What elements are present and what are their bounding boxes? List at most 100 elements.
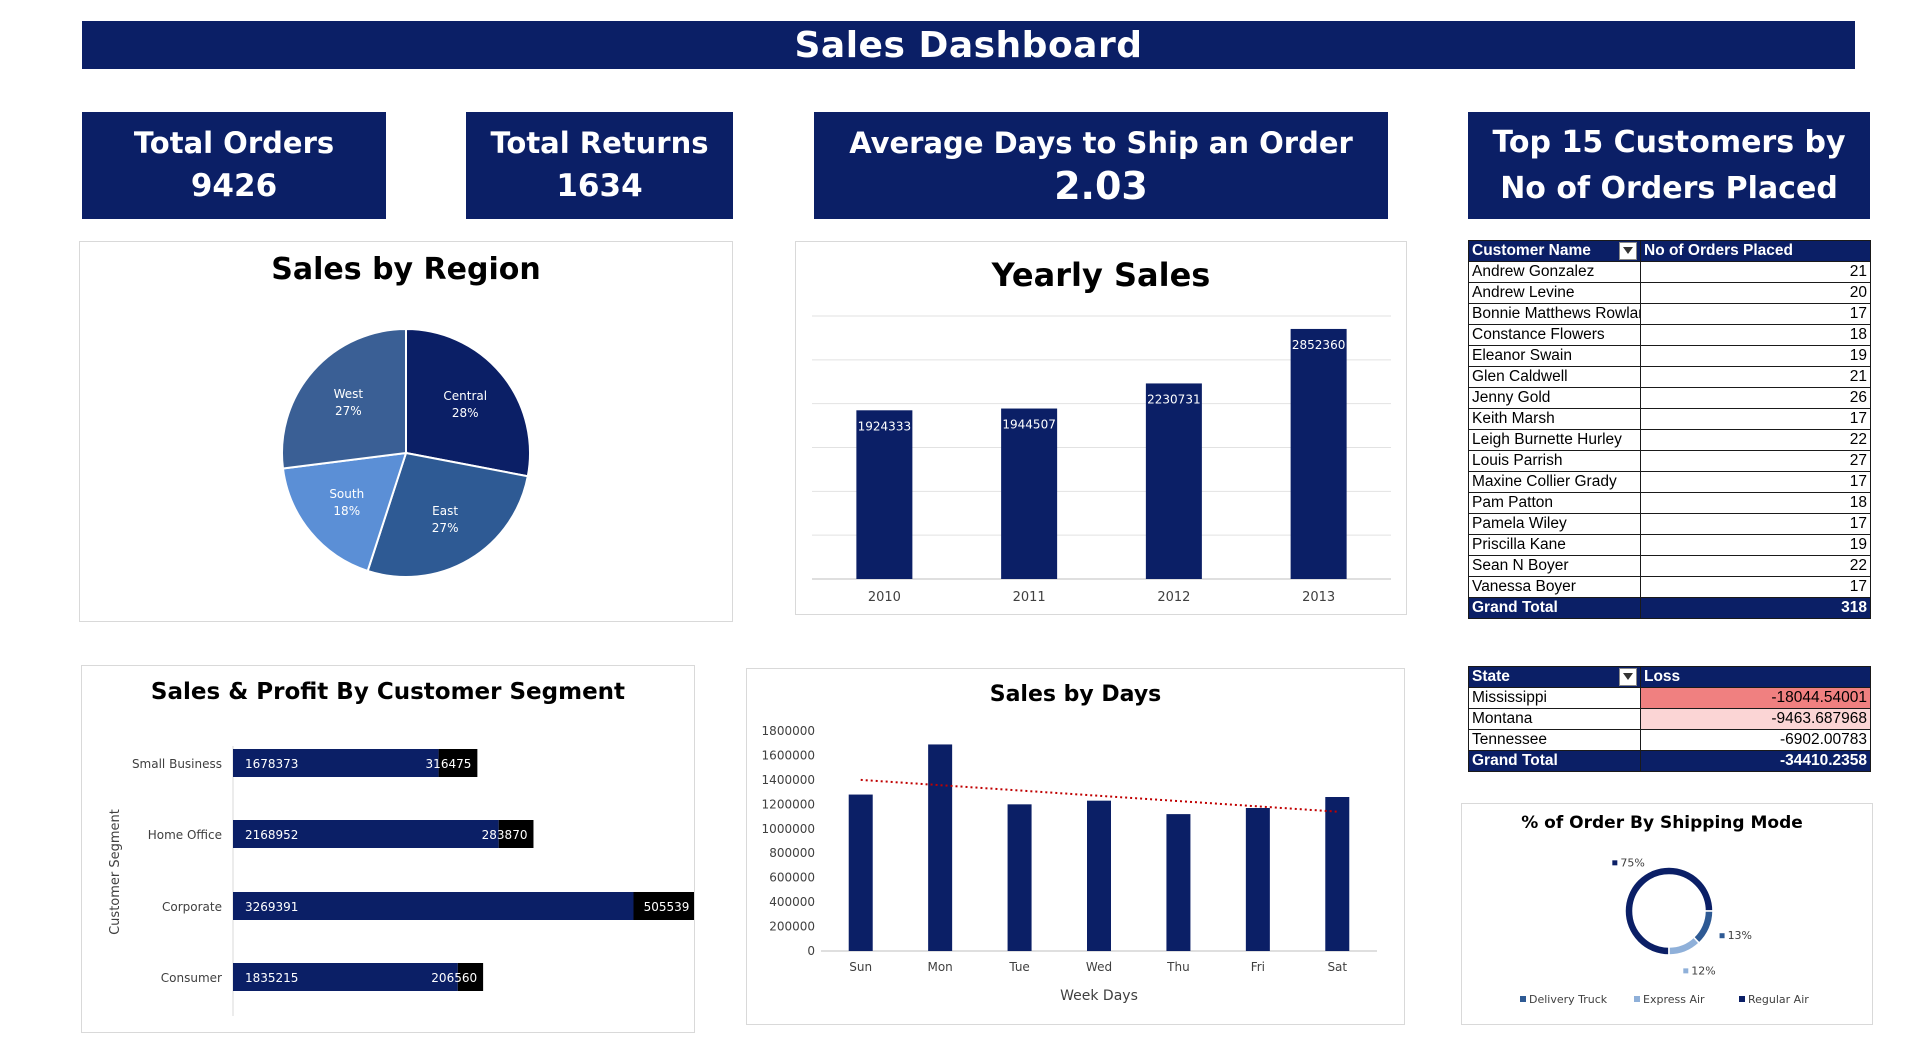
days-chart-card: Sales by Days 0 200000 400000 600000 800000 1… [746, 668, 1405, 1025]
y-tick-label: Home Office [148, 828, 222, 842]
x-axis-title: Week Days [1060, 988, 1138, 1004]
customer-name-header-label: Customer Name [1472, 242, 1591, 259]
sales-value-label: 2168952 [245, 828, 298, 842]
customer-name-cell: Pamela Wiley [1468, 513, 1641, 535]
customer-row: Leigh Burnette Hurley 22 [1468, 429, 1871, 451]
customer-name-cell: Eleanor Swain [1468, 345, 1641, 367]
customer-name-cell: Bonnie Matthews Rowlands [1468, 303, 1641, 325]
pie-label: South [329, 487, 364, 501]
loss-row: Montana -9463.687968 [1468, 708, 1871, 730]
legend-swatch [1634, 996, 1640, 1002]
shipping-chart-card: % of Order By Shipping Mode 75% 13% 12% Del… [1461, 803, 1873, 1025]
customer-row: Andrew Gonzalez 21 [1468, 261, 1871, 283]
legend-swatch [1520, 996, 1526, 1002]
y-tick-label: 0 [807, 944, 815, 958]
yearly-chart-card: Yearly Sales 1924333 2010 1944507 2011 22307… [795, 241, 1407, 615]
orders-placed-cell: 18 [1640, 324, 1871, 346]
customer-row: Keith Marsh 17 [1468, 408, 1871, 430]
customer-name-cell: Vanessa Boyer [1468, 576, 1641, 598]
legend-label: Express Air [1643, 993, 1705, 1006]
y-axis-title: Customer Segment [108, 809, 123, 935]
bar-2012 [1145, 383, 1202, 579]
customer-row: Andrew Levine 20 [1468, 282, 1871, 304]
customer-row: Pamela Wiley 17 [1468, 513, 1871, 535]
customer-name-cell: Priscilla Kane [1468, 534, 1641, 556]
y-tick-label: 400000 [769, 895, 815, 909]
kpi-top-customers: Top 15 Customers by No of Orders Placed [1468, 112, 1870, 219]
customer-name-cell: Maxine Collier Grady [1468, 471, 1641, 493]
y-tick-label: 1800000 [762, 724, 815, 738]
customer-name-cell: Pam Patton [1468, 492, 1641, 514]
customer-row: Pam Patton 18 [1468, 492, 1871, 514]
customer-name-header: Customer Name [1468, 240, 1641, 262]
y-tick-label: 1200000 [762, 797, 815, 811]
kpi-total-orders: Total Orders 9426 [82, 112, 386, 219]
orders-placed-cell: 26 [1640, 387, 1871, 409]
state-cell: Tennessee [1468, 729, 1641, 751]
customer-row: Constance Flowers 18 [1468, 324, 1871, 346]
loss-grand-total-label: Grand Total [1468, 750, 1641, 772]
x-tick-label: 2010 [868, 590, 901, 605]
loss-cell: -6902.00783 [1640, 729, 1871, 751]
orders-placed-header: No of Orders Placed [1640, 240, 1871, 262]
filter-dropdown-icon[interactable] [1619, 242, 1637, 260]
dashboard-title: Sales Dashboard [82, 21, 1855, 69]
y-tick-label: 1000000 [762, 822, 815, 836]
y-tick-label: Small Business [132, 757, 222, 771]
y-tick-label: 1400000 [762, 773, 815, 787]
orders-placed-cell: 17 [1640, 471, 1871, 493]
sales-value-label: 3269391 [245, 900, 298, 914]
profit-value-label: 316475 [426, 757, 472, 771]
customer-row: Eleanor Swain 19 [1468, 345, 1871, 367]
grand-total-row: Grand Total 318 [1468, 597, 1871, 619]
grand-total-label: Grand Total [1468, 597, 1641, 619]
data-label-marker [1612, 860, 1618, 866]
legend-label: Delivery Truck [1529, 993, 1608, 1006]
customer-row: Louis Parrish 27 [1468, 450, 1871, 472]
bar-thu [1166, 814, 1191, 951]
donut-percent-label: 75% [1620, 856, 1644, 869]
loss-row: Mississippi -18044.54001 [1468, 687, 1871, 709]
bar-2013 [1290, 328, 1347, 579]
bar-2010 [856, 410, 913, 579]
orders-placed-cell: 17 [1640, 576, 1871, 598]
data-label-marker [1719, 933, 1725, 939]
orders-placed-cell: 17 [1640, 408, 1871, 430]
orders-placed-cell: 22 [1640, 555, 1871, 577]
sales-value-label: 1835215 [245, 971, 298, 985]
bar-value-label: 1944507 [1002, 418, 1055, 432]
loss-grand-total-value: -34410.2358 [1640, 750, 1871, 772]
profit-value-label: 206560 [431, 971, 477, 985]
orders-placed-cell: 20 [1640, 282, 1871, 304]
customer-row: Sean N Boyer 22 [1468, 555, 1871, 577]
sales-value-label: 1678373 [245, 757, 298, 771]
customer-name-cell: Leigh Burnette Hurley [1468, 429, 1641, 451]
pie-percent-label: 28% [452, 406, 479, 420]
orders-placed-cell: 18 [1640, 492, 1871, 514]
orders-placed-cell: 22 [1640, 429, 1871, 451]
segment-chart-card: Sales & Profit By Customer Segment Custo… [81, 665, 695, 1033]
x-tick-label: Tue [1008, 960, 1030, 974]
customer-row: Jenny Gold 26 [1468, 387, 1871, 409]
donut-slice [1668, 936, 1701, 956]
bar-value-label: 1924333 [858, 419, 911, 433]
x-tick-label: Sun [849, 960, 872, 974]
donut-percent-label: 12% [1691, 964, 1715, 977]
customer-row: Bonnie Matthews Rowlands17 [1468, 303, 1871, 325]
kpi-total-returns-label: Total Returns [490, 125, 709, 160]
filter-dropdown-icon[interactable] [1619, 668, 1637, 686]
pie-percent-label: 27% [432, 521, 459, 535]
customer-row: Vanessa Boyer 17 [1468, 576, 1871, 598]
kpi-top-customers-label-1: Top 15 Customers by [1492, 124, 1846, 160]
loss-header: Loss [1640, 666, 1871, 688]
loss-cell: -18044.54001 [1640, 687, 1871, 709]
yearly-bar-chart: 1924333 2010 1944507 2011 2230731 2012 2852360… [812, 315, 1391, 605]
bar-wed [1087, 800, 1111, 951]
bar-sat [1325, 797, 1350, 951]
y-tick-label: 600000 [769, 871, 815, 885]
x-tick-label: 2011 [1013, 590, 1046, 605]
customer-name-cell: Constance Flowers [1468, 324, 1641, 346]
bar-value-label: 2230731 [1147, 392, 1200, 406]
y-tick-label: Consumer [161, 971, 222, 985]
bar-mon [928, 744, 953, 951]
